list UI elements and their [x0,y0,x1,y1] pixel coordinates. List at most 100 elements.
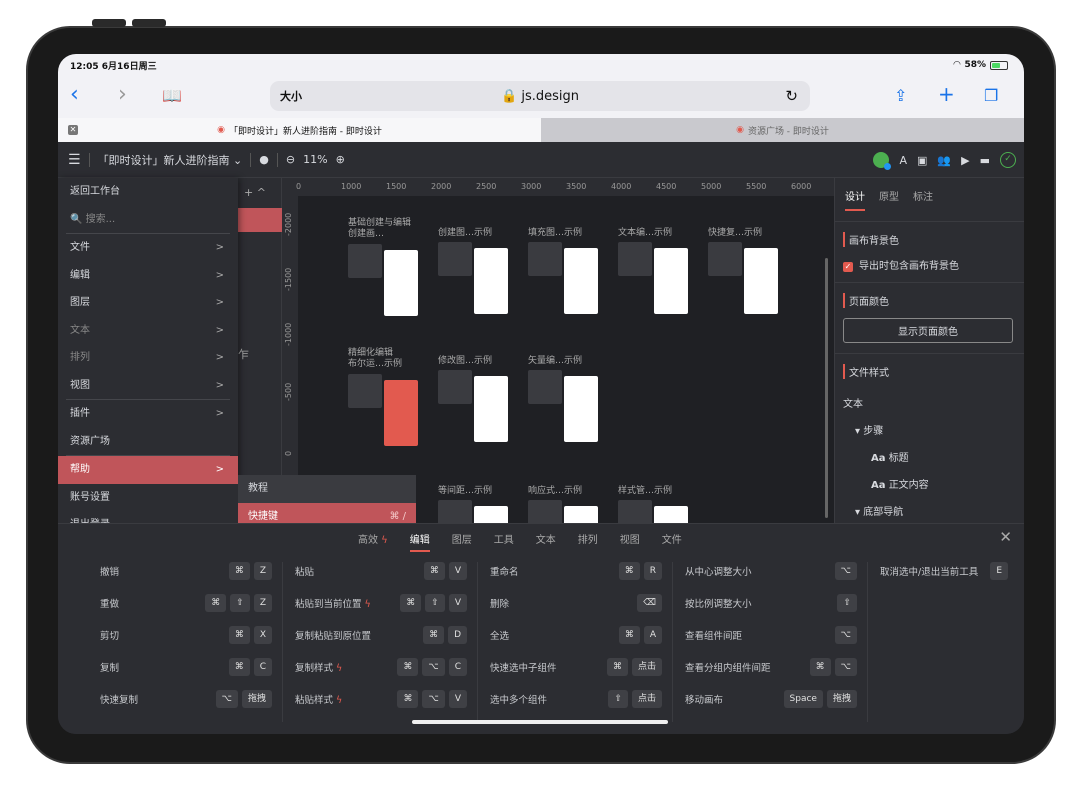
frame-label[interactable]: 矢量编…示例 [528,356,582,367]
frame-preview[interactable] [654,248,688,314]
tab-annotation[interactable]: 标注 [913,188,933,211]
frame-card[interactable] [438,500,472,523]
menu-item-8[interactable]: 插件 > [58,400,238,428]
tab-js-design-guide[interactable]: ✕ ◉ 「即时设计」新人进阶指南 - 即时设计 [58,118,541,142]
menu-item-label: 插件 [70,408,90,419]
shortcut-tab[interactable]: 文本 [536,531,556,546]
shortcut-tab[interactable]: 文件 [662,531,682,546]
frame-label[interactable]: 快捷复…示例 [708,228,762,239]
shortcut-tab[interactable]: 高效 ϟ [358,531,388,546]
zoom-out-icon[interactable]: ⊖ [286,153,295,166]
frame-label[interactable]: 创建图…示例 [438,228,492,239]
group-bottom-nav[interactable]: ▾ 底部导航 [843,497,1016,524]
zoom-in-icon[interactable]: ⊕ [336,153,345,166]
checkbox-icon[interactable]: ✓ [843,262,853,272]
style-body[interactable]: Aa 正文内容 [843,470,1016,497]
chevron-right-icon[interactable]: › [118,82,127,107]
key-cap: 点击 [631,690,662,708]
menu-item-11[interactable]: 账号设置 [58,484,238,512]
menu-item-5[interactable]: 文本 > [58,317,238,345]
shortcut-tab[interactable]: 工具 [494,531,514,546]
design-canvas[interactable]: 0 1000 1500 2000 2500 3000 3500 4000 4500 5000 550… [282,178,834,523]
frame-preview[interactable] [654,506,688,523]
play-icon[interactable]: ▶ [961,154,969,167]
menu-item-4[interactable]: 图层 > [58,289,238,317]
frame-preview[interactable] [384,250,418,316]
frame-label[interactable]: 精细化编辑 布尔运…示例 [348,348,402,370]
group-steps[interactable]: ▾ 步骤 [843,416,1016,443]
menu-item-1[interactable]: 🔍 搜索... [58,206,238,234]
tab-resource-square[interactable]: ◉ 资源广场 - 即时设计 [541,118,1024,142]
frame-label[interactable]: 响应式…示例 [528,486,582,497]
shortcut-label: 重命名 [490,567,519,578]
font-icon[interactable]: A [899,154,907,167]
frame-card[interactable] [528,242,562,276]
frame-preview[interactable] [384,380,418,446]
frame-label[interactable]: 文本编…示例 [618,228,672,239]
shortcut-tab[interactable]: 编辑 [409,531,430,552]
frame-card[interactable] [528,500,562,523]
address-bar[interactable]: 大小 🔒 js.design ↻ [270,81,810,111]
frame-card[interactable] [438,370,472,404]
frame-preview[interactable] [564,376,598,442]
menu-item-7[interactable]: 视图 > [58,372,238,400]
menu-item-9[interactable]: 资源广场 [58,428,238,456]
frame-card[interactable] [348,244,382,278]
layers-header[interactable]: + ^ [244,186,266,199]
menu-item-0[interactable]: 返回工作台 [58,178,238,206]
frame-card[interactable] [708,242,742,276]
show-page-color-button[interactable]: 显示页面颜色 [843,318,1013,343]
comment-icon[interactable]: ● [259,153,269,166]
shortcut-tab[interactable]: 视图 [620,531,640,546]
frame-label[interactable]: 填充图…示例 [528,228,582,239]
submenu-item[interactable]: 教程 [238,475,416,503]
frame-preview[interactable] [564,506,598,523]
frame-label[interactable]: 样式管…示例 [618,486,672,497]
frame-preview[interactable] [744,248,778,314]
close-icon[interactable]: ✕ [999,528,1012,546]
menu-item-3[interactable]: 编辑 > [58,262,238,290]
menu-item-label: 🔍 搜索... [70,213,116,225]
frame-label[interactable]: 等间距…示例 [438,486,492,497]
canvas-scrollbar[interactable] [825,258,828,518]
reader-size-button[interactable]: 大小 [280,88,302,104]
chevron-left-icon[interactable]: ‹ [70,82,79,107]
frame-preview[interactable] [474,506,508,523]
frame-card[interactable] [438,242,472,276]
close-icon[interactable]: ✕ [68,125,78,135]
reload-icon[interactable]: ↻ [785,87,798,105]
shortcut-tab[interactable]: 排列 [578,531,598,546]
bolt-icon: ϟ [361,599,371,610]
frame-card[interactable] [618,500,652,523]
tabs-overview-icon[interactable]: ❐ [984,86,998,105]
new-tab-icon[interactable]: + [938,82,955,106]
tab-design[interactable]: 设计 [845,188,865,211]
component-icon[interactable]: ▣ [917,154,927,167]
frame-card[interactable] [528,370,562,404]
menu-item-6[interactable]: 排列 > [58,344,238,372]
share-users-icon[interactable]: 👥 [937,154,951,167]
menu-item-2[interactable]: 文件 > [58,234,238,262]
layout-icon[interactable]: ▬ [980,154,990,167]
frame-label[interactable]: 修改图…示例 [438,356,492,367]
menu-item-10[interactable]: 帮助 > [58,456,238,484]
selected-page[interactable] [238,208,282,232]
shortcut-tab[interactable]: 图层 [452,531,472,546]
frame-card[interactable] [618,242,652,276]
frame-card[interactable] [348,374,382,408]
style-title[interactable]: Aa 标题 [843,443,1016,470]
frame-label[interactable]: 基础创建与编辑 创建画… [348,218,411,240]
shortcut-keys: ⌘ ⌥ V [397,690,467,708]
document-title[interactable]: 「即时设计」新人进阶指南 ⌄ [98,152,243,168]
share-icon[interactable]: ⇪ [894,86,907,105]
menu-icon[interactable]: ☰ [68,152,81,168]
avatar[interactable] [873,152,892,170]
tab-prototype[interactable]: 原型 [879,188,899,211]
zoom-level[interactable]: 11% [303,153,327,166]
frame-preview[interactable] [564,248,598,314]
ruler-tick-label: -1500 [284,267,293,291]
bookmarks-icon[interactable]: 📖 [162,86,182,105]
frame-preview[interactable] [474,248,508,314]
frame-preview[interactable] [474,376,508,442]
key-cap: ⌘ [423,626,445,644]
